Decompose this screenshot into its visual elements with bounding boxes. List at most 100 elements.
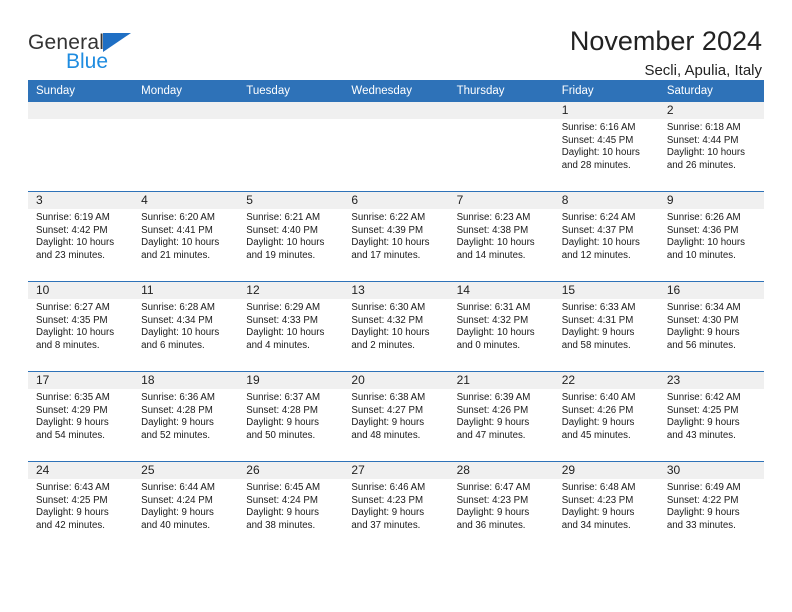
logo-triangle-icon [103, 33, 132, 52]
day-number: 30 [658, 462, 764, 479]
calendar-day-cell[interactable]: 15 Sunrise: 6:33 AM Sunset: 4:31 PM Dayligh… [553, 282, 659, 371]
sunrise-text: Sunrise: 6:22 AM [351, 212, 426, 223]
daylight-text-line1: Daylight: 10 hours [666, 147, 745, 159]
sunrise-text: Sunrise: 6:49 AM [666, 482, 741, 493]
day-number: 4 [133, 192, 239, 209]
day-number: 2 [658, 102, 764, 119]
calendar-day-cell[interactable]: 17 Sunrise: 6:35 AM Sunset: 4:29 PM Dayligh… [28, 372, 134, 461]
calendar-day-cell[interactable]: 6 Sunrise: 6:22 AM Sunset: 4:39 PM Daylight… [343, 192, 449, 281]
calendar-day-cell[interactable]: 27 Sunrise: 6:46 AM Sunset: 4:23 PM Dayligh… [343, 462, 449, 551]
daylight-text-line2: and 38 minutes. [246, 519, 316, 531]
calendar-day-cell[interactable]: 8 Sunrise: 6:24 AM Sunset: 4:37 PM Daylight… [553, 192, 659, 281]
calendar-day-cell[interactable]: 19 Sunrise: 6:37 AM Sunset: 4:28 PM Dayligh… [238, 372, 344, 461]
day-number: 12 [238, 282, 344, 299]
calendar-day-cell[interactable]: 26 Sunrise: 6:45 AM Sunset: 4:24 PM Dayligh… [238, 462, 344, 551]
day-sun-info: Sunrise: 6:48 AM Sunset: 4:23 PM Daylight:… [554, 479, 659, 532]
sunrise-text: Sunrise: 6:21 AM [246, 212, 321, 223]
calendar-day-cell[interactable]: 28 Sunrise: 6:47 AM Sunset: 4:23 PM Dayligh… [448, 462, 554, 551]
sunrise-text: Sunrise: 6:35 AM [36, 392, 110, 403]
daylight-text-line2: and 2 minutes. [351, 339, 415, 351]
sunrise-text: Sunrise: 6:20 AM [141, 212, 215, 223]
calendar-day-cell[interactable]: 4 Sunrise: 6:20 AM Sunset: 4:41 PM Daylight… [133, 192, 239, 281]
day-number: 11 [133, 282, 239, 299]
sunrise-text: Sunrise: 6:27 AM [36, 302, 110, 313]
day-number: 17 [28, 372, 134, 389]
weekday-tuesday: Tuesday [246, 85, 290, 97]
sunrise-text: Sunrise: 6:42 AM [666, 392, 741, 403]
calendar-day-cell[interactable]: 29 Sunrise: 6:48 AM Sunset: 4:23 PM Dayligh… [553, 462, 659, 551]
day-number: 28 [448, 462, 554, 479]
calendar-day-cell[interactable]: 30 Sunrise: 6:49 AM Sunset: 4:22 PM Dayligh… [658, 462, 764, 551]
sunrise-text: Sunrise: 6:48 AM [561, 482, 636, 493]
day-number [448, 102, 554, 119]
calendar-day-cell[interactable]: 25 Sunrise: 6:44 AM Sunset: 4:24 PM Dayligh… [133, 462, 239, 551]
daylight-text-line2: and 43 minutes. [666, 429, 736, 441]
sunset-text: Sunset: 4:44 PM [666, 134, 739, 146]
daylight-text-line1: Daylight: 10 hours [561, 237, 640, 249]
calendar-day-cell[interactable]: 20 Sunrise: 6:38 AM Sunset: 4:27 PM Dayligh… [343, 372, 449, 461]
daylight-text-line1: Daylight: 9 hours [141, 507, 214, 519]
day-sun-info: Sunrise: 6:28 AM Sunset: 4:34 PM Daylight:… [133, 299, 238, 352]
calendar-day-cell-empty [448, 102, 554, 191]
daylight-text-line1: Daylight: 10 hours [666, 237, 745, 249]
sunrise-text: Sunrise: 6:44 AM [141, 482, 215, 493]
daylight-text-line1: Daylight: 9 hours [351, 417, 425, 429]
sunset-text: Sunset: 4:28 PM [141, 404, 213, 416]
calendar-week-row: 17 Sunrise: 6:35 AM Sunset: 4:29 PM Dayligh… [28, 371, 764, 461]
calendar-day-cell[interactable]: 14 Sunrise: 6:31 AM Sunset: 4:32 PM Dayligh… [448, 282, 554, 371]
sunrise-text: Sunrise: 6:40 AM [561, 392, 636, 403]
daylight-text-line2: and 33 minutes. [666, 519, 736, 531]
calendar-day-cell-empty [133, 102, 239, 191]
day-number: 29 [553, 462, 659, 479]
day-number: 19 [238, 372, 344, 389]
day-sun-info: Sunrise: 6:29 AM Sunset: 4:33 PM Daylight:… [238, 299, 343, 352]
daylight-text-line2: and 0 minutes. [456, 339, 521, 351]
calendar-day-cell[interactable]: 23 Sunrise: 6:42 AM Sunset: 4:25 PM Dayligh… [658, 372, 764, 461]
calendar-day-cell[interactable]: 10 Sunrise: 6:27 AM Sunset: 4:35 PM Dayligh… [28, 282, 134, 371]
daylight-text-line1: Daylight: 10 hours [36, 237, 115, 249]
calendar-day-cell[interactable]: 22 Sunrise: 6:40 AM Sunset: 4:26 PM Dayligh… [553, 372, 659, 461]
calendar-day-cell[interactable]: 3 Sunrise: 6:19 AM Sunset: 4:42 PM Daylight… [28, 192, 134, 281]
sunrise-text: Sunrise: 6:34 AM [666, 302, 741, 313]
day-number [133, 102, 239, 119]
day-number [343, 102, 449, 119]
daylight-text-line2: and 40 minutes. [141, 519, 211, 531]
sunset-text: Sunset: 4:23 PM [456, 494, 529, 506]
sunset-text: Sunset: 4:34 PM [141, 314, 213, 326]
calendar-day-cell[interactable]: 5 Sunrise: 6:21 AM Sunset: 4:40 PM Daylight… [238, 192, 344, 281]
sunrise-text: Sunrise: 6:47 AM [456, 482, 531, 493]
sunrise-text: Sunrise: 6:37 AM [246, 392, 321, 403]
sunset-text: Sunset: 4:35 PM [36, 314, 108, 326]
calendar-day-cell[interactable]: 13 Sunrise: 6:30 AM Sunset: 4:32 PM Dayligh… [343, 282, 449, 371]
calendar-day-cell-empty [238, 102, 344, 191]
sunrise-text: Sunrise: 6:36 AM [141, 392, 215, 403]
sunset-text: Sunset: 4:33 PM [246, 314, 318, 326]
weekday-friday: Friday [561, 85, 594, 97]
calendar-day-cell[interactable]: 1 Sunrise: 6:16 AM Sunset: 4:45 PM Daylight… [553, 102, 659, 191]
calendar-day-cell[interactable]: 2 Sunrise: 6:18 AM Sunset: 4:44 PM Daylight… [658, 102, 764, 191]
weekday-thursday: Thursday [456, 85, 505, 97]
sunrise-text: Sunrise: 6:38 AM [351, 392, 426, 403]
calendar-day-cell[interactable]: 9 Sunrise: 6:26 AM Sunset: 4:36 PM Daylight… [658, 192, 764, 281]
calendar-day-cell[interactable]: 7 Sunrise: 6:23 AM Sunset: 4:38 PM Daylight… [448, 192, 554, 281]
sunrise-text: Sunrise: 6:43 AM [36, 482, 110, 493]
daylight-text-line1: Daylight: 10 hours [141, 237, 220, 249]
calendar-day-cell[interactable]: 16 Sunrise: 6:34 AM Sunset: 4:30 PM Dayligh… [658, 282, 764, 371]
day-sun-info: Sunrise: 6:45 AM Sunset: 4:24 PM Daylight:… [238, 479, 343, 532]
daylight-text-line2: and 14 minutes. [456, 249, 526, 261]
sunset-text: Sunset: 4:36 PM [666, 224, 739, 236]
day-sun-info: Sunrise: 6:38 AM Sunset: 4:27 PM Daylight:… [343, 389, 448, 442]
calendar-day-cell[interactable]: 12 Sunrise: 6:29 AM Sunset: 4:33 PM Dayligh… [238, 282, 344, 371]
calendar-day-cell[interactable]: 24 Sunrise: 6:43 AM Sunset: 4:25 PM Dayligh… [28, 462, 134, 551]
day-sun-info: Sunrise: 6:26 AM Sunset: 4:36 PM Daylight:… [659, 209, 764, 262]
calendar-day-cell[interactable]: 11 Sunrise: 6:28 AM Sunset: 4:34 PM Dayligh… [133, 282, 239, 371]
day-sun-info: Sunrise: 6:23 AM Sunset: 4:38 PM Daylight:… [449, 209, 554, 262]
calendar-day-cell[interactable]: 21 Sunrise: 6:39 AM Sunset: 4:26 PM Dayligh… [448, 372, 554, 461]
calendar-week-row: 10 Sunrise: 6:27 AM Sunset: 4:35 PM Dayligh… [28, 281, 764, 371]
day-number: 8 [553, 192, 659, 209]
logo-top-line: General [28, 30, 148, 54]
sunset-text: Sunset: 4:38 PM [456, 224, 529, 236]
calendar-day-cell[interactable]: 18 Sunrise: 6:36 AM Sunset: 4:28 PM Dayligh… [133, 372, 239, 461]
day-sun-info: Sunrise: 6:31 AM Sunset: 4:32 PM Daylight:… [449, 299, 554, 352]
day-number: 22 [553, 372, 659, 389]
